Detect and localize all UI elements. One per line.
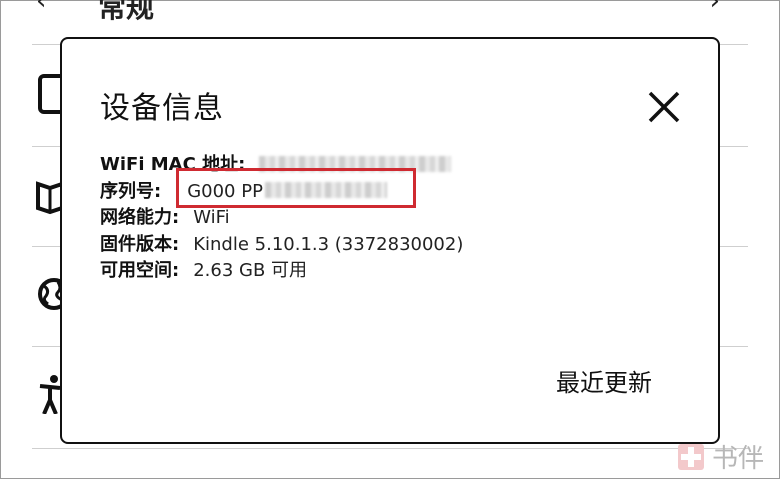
- info-row-storage: 可用空间: 2.63 GB 可用: [100, 258, 463, 285]
- field-value: G000 PP: [187, 179, 387, 206]
- dialog-title: 设备信息: [100, 91, 224, 126]
- field-label: 序列号:: [100, 180, 162, 202]
- info-row-firmware: 固件版本: Kindle 5.10.1.3 (3372830002): [100, 232, 463, 259]
- redacted-serial-value: [264, 182, 387, 198]
- chevron-right-icon[interactable]: ›: [710, 0, 720, 16]
- field-value: Kindle 5.10.1.3 (3372830002): [193, 233, 464, 255]
- field-label: 固件版本:: [100, 233, 180, 255]
- close-icon[interactable]: [646, 89, 682, 125]
- device-info-list: WiFi MAC 地址: 序列号: G000 PP 网络能力: WiFi 固件版…: [100, 152, 463, 285]
- field-label: 可用空间:: [100, 260, 180, 281]
- logo-icon: [677, 443, 704, 470]
- info-row-mac: WiFi MAC 地址:: [100, 152, 463, 179]
- field-label: WiFi MAC 地址:: [100, 154, 246, 175]
- info-row-network: 网络能力: WiFi: [100, 205, 463, 232]
- field-value: [259, 152, 452, 179]
- field-label: 网络能力:: [100, 207, 180, 228]
- update-button[interactable]: 最近更新: [556, 363, 652, 398]
- watermark-text: 书伴: [711, 444, 764, 474]
- device-info-dialog: 设备信息 WiFi MAC 地址: 序列号: G000 PP 网络能力: WiF…: [60, 37, 720, 444]
- divider: [32, 448, 748, 449]
- watermark: 书伴: [676, 438, 764, 475]
- serial-prefix: G000 PP: [187, 180, 263, 202]
- background-header-title: 常规: [98, 0, 155, 24]
- back-arrow-icon[interactable]: ‹: [36, 0, 46, 16]
- info-row-serial: 序列号: G000 PP: [100, 179, 463, 206]
- redacted-mac-value: [259, 155, 452, 172]
- field-value: WiFi: [193, 207, 230, 228]
- field-value: 2.63 GB 可用: [193, 260, 308, 281]
